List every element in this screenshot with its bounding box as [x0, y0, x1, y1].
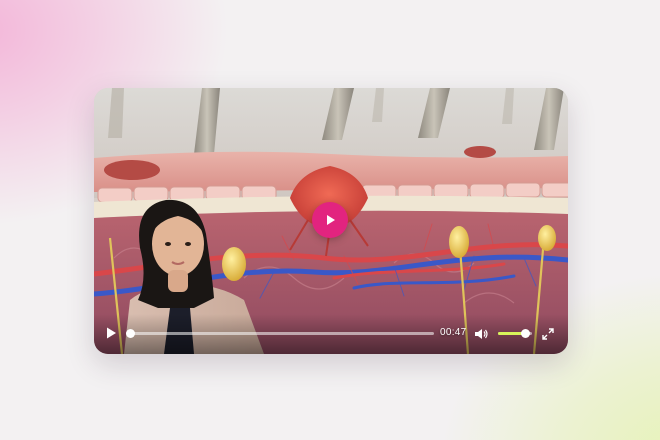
- time-display: 00:47: [440, 327, 467, 338]
- play-button[interactable]: [104, 326, 118, 340]
- volume-button[interactable]: [474, 327, 488, 341]
- fullscreen-icon: [542, 328, 554, 340]
- progress-bar[interactable]: [126, 329, 434, 338]
- volume-handle[interactable]: [520, 329, 530, 338]
- big-play-button[interactable]: [312, 202, 348, 238]
- volume-slider[interactable]: [498, 329, 532, 338]
- progress-scrubber[interactable]: [126, 329, 135, 338]
- play-icon: [107, 327, 116, 339]
- volume-icon: [475, 329, 488, 339]
- play-icon: [327, 215, 335, 225]
- fullscreen-button[interactable]: [542, 327, 554, 340]
- video-player[interactable]: 00:47: [94, 88, 568, 354]
